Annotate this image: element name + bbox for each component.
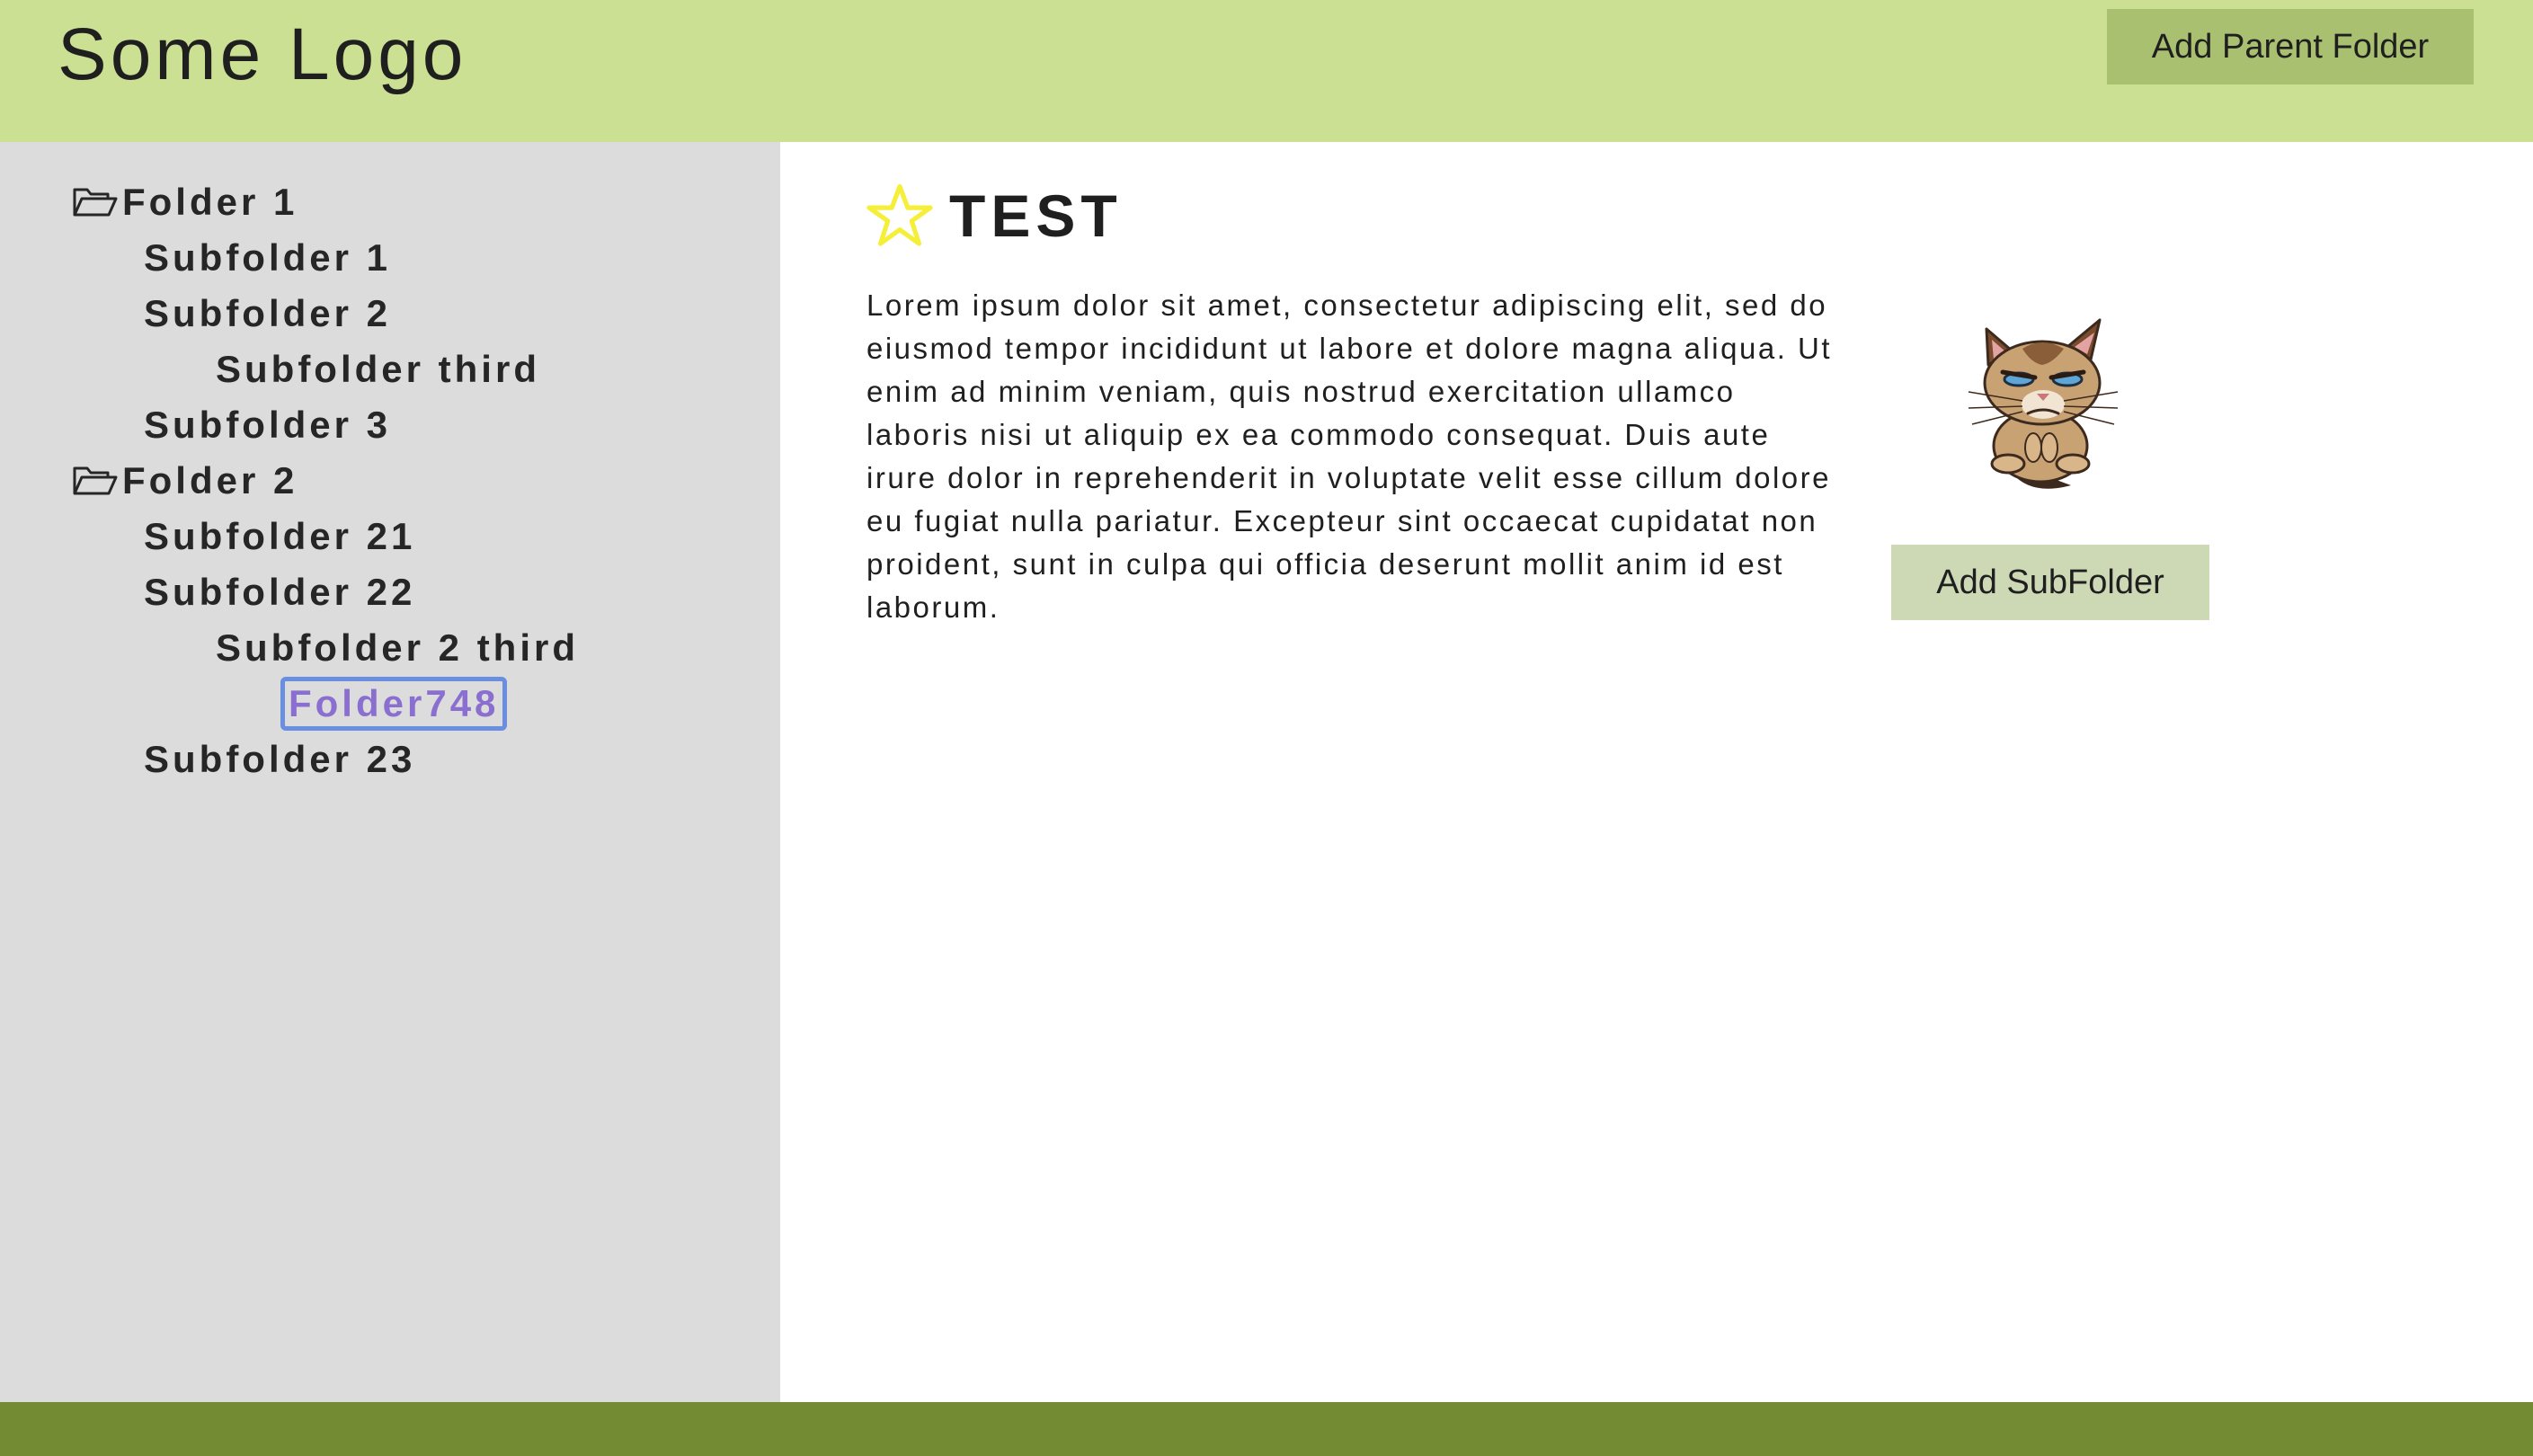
add-parent-folder-button[interactable]: Add Parent Folder — [2107, 9, 2474, 84]
tree-item-subfolder-third[interactable]: Subfolder third — [0, 342, 579, 397]
page-title: TEST — [949, 182, 1123, 249]
tree-item-label-selected: Folder748 — [280, 676, 508, 732]
tree-item-subfolder-1[interactable]: Subfolder 1 — [0, 230, 579, 286]
sidebar: Folder 1 Subfolder 1 Subfolder 2 Subfold… — [0, 142, 780, 1402]
tree-item-label: Folder 1 — [122, 181, 298, 223]
tree-item-label: Subfolder 2 — [144, 292, 392, 334]
footer — [0, 1402, 2533, 1456]
folder-open-icon — [73, 466, 118, 495]
tree-item-folder-1[interactable]: Folder 1 — [0, 174, 579, 230]
tree-item-subfolder-21[interactable]: Subfolder 21 — [0, 509, 579, 564]
folder-tree: Folder 1 Subfolder 1 Subfolder 2 Subfold… — [0, 174, 579, 787]
main-content: TEST Lorem ipsum dolor sit amet, consect… — [780, 142, 2533, 1402]
tree-item-subfolder-3[interactable]: Subfolder 3 — [0, 397, 579, 453]
cat-avatar — [1936, 297, 2145, 505]
tree-item-subfolder-22[interactable]: Subfolder 22 — [0, 564, 579, 620]
header: Some Logo Add Parent Folder — [0, 0, 2533, 142]
tree-item-label: Subfolder 22 — [144, 571, 416, 613]
add-subfolder-button[interactable]: Add SubFolder — [1891, 545, 2209, 620]
tree-item-label: Subfolder 21 — [144, 515, 416, 557]
logo: Some Logo — [58, 13, 467, 95]
title-row: TEST — [867, 182, 1123, 250]
tree-item-subfolder-2-third[interactable]: Subfolder 2 third — [0, 620, 579, 676]
description-text: Lorem ipsum dolor sit amet, consectetur … — [867, 289, 1833, 624]
tree-item-label: Subfolder third — [216, 348, 540, 390]
tree-item-folder748[interactable]: Folder748 — [0, 676, 579, 732]
tree-item-label: Subfolder 3 — [144, 404, 392, 446]
tree-item-label: Subfolder 2 third — [216, 626, 579, 669]
tree-item-folder-2[interactable]: Folder 2 — [0, 453, 579, 509]
tree-item-label: Subfolder 1 — [144, 236, 392, 279]
tree-item-label: Subfolder 23 — [144, 738, 416, 780]
tree-item-subfolder-23[interactable]: Subfolder 23 — [0, 732, 579, 787]
folder-open-icon — [73, 188, 118, 217]
tree-item-label: Folder 2 — [122, 459, 298, 502]
tree-item-subfolder-2[interactable]: Subfolder 2 — [0, 286, 579, 342]
star-icon[interactable] — [867, 182, 933, 249]
